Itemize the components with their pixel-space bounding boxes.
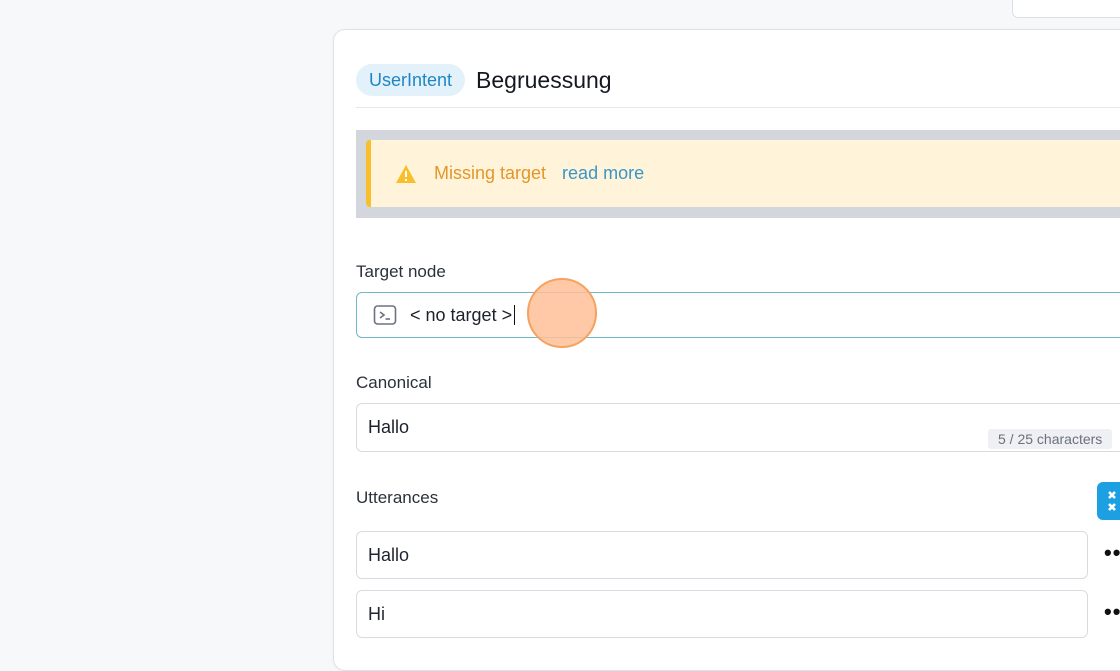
canonical-value: Hallo xyxy=(368,417,410,437)
intent-detail-panel: UserIntent Begruessung Missing target re… xyxy=(333,29,1120,671)
generate-icon xyxy=(1108,491,1116,511)
utterance-menu-icon[interactable]: •• xyxy=(1104,540,1120,566)
canonical-label: Canonical xyxy=(356,373,432,392)
target-node-label: Target node xyxy=(356,262,446,281)
intent-type-badge: UserIntent xyxy=(356,64,466,96)
alert-container: Missing target read more xyxy=(356,130,1120,218)
alert-message: Missing target xyxy=(434,163,547,183)
panel-header: UserIntent Begruessung xyxy=(356,63,1120,97)
utterance-text: Hi xyxy=(368,603,385,624)
target-node-input[interactable]: < no target > xyxy=(356,292,1120,338)
utterance-menu-icon[interactable]: •• xyxy=(1104,599,1120,625)
missing-target-alert: Missing target read more xyxy=(366,140,1120,207)
terminal-icon xyxy=(373,305,397,325)
utterance-item[interactable]: Hi xyxy=(356,590,1088,638)
warning-icon xyxy=(396,164,416,183)
utterance-item[interactable]: Hallo xyxy=(356,531,1088,579)
utterances-label: Utterances xyxy=(356,488,439,507)
target-node-value: < no target > xyxy=(410,304,513,325)
text-caret xyxy=(514,305,516,325)
top-right-control[interactable] xyxy=(1012,0,1120,18)
utterance-text: Hallo xyxy=(368,544,410,565)
click-indicator xyxy=(527,278,597,348)
intent-title: Begruessung xyxy=(476,67,612,93)
read-more-link[interactable]: read more xyxy=(562,163,644,184)
character-counter: 5 / 25 characters xyxy=(988,429,1113,449)
generate-utterances-button[interactable] xyxy=(1097,482,1120,520)
header-divider xyxy=(356,107,1120,108)
